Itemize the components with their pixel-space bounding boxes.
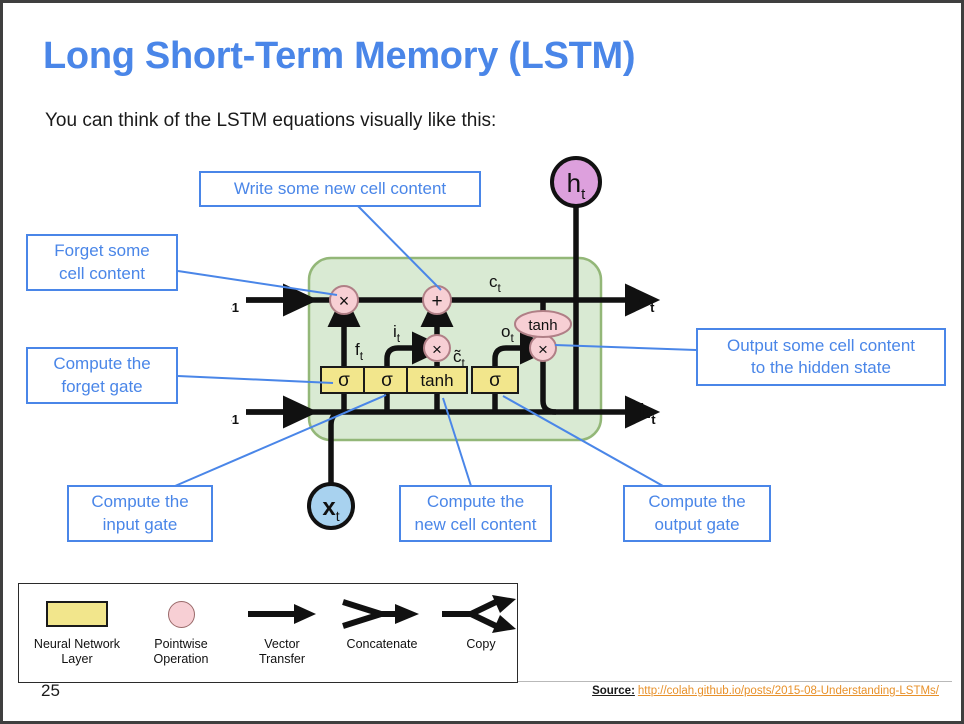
copy-icon xyxy=(431,592,531,636)
callout-text: Output some cell content to the hidden s… xyxy=(726,335,916,377)
gate-forget: σ xyxy=(320,366,368,394)
page-number: 25 xyxy=(41,681,60,700)
add-symbol: + xyxy=(431,291,442,312)
neural-network-layer-icon xyxy=(27,592,127,636)
callout-text: Forget some cell content xyxy=(54,241,150,283)
pointwise-add: + xyxy=(422,285,452,315)
legend-label-line1: Pointwise xyxy=(154,637,208,651)
legend-label-line2: Layer xyxy=(61,652,93,666)
callout-text: Compute the input gate xyxy=(91,492,189,534)
gate-input: σ xyxy=(363,366,411,394)
input-node-label: x xyxy=(322,494,336,521)
source-label: Source: xyxy=(592,685,635,697)
gate-output: σ xyxy=(471,366,519,394)
hidden-state-node-label: h xyxy=(567,168,581,198)
concatenate-icon xyxy=(332,592,432,636)
callout-compute-input-gate: Compute the input gate xyxy=(67,485,213,542)
gate-new-cell-content: tanh xyxy=(406,366,468,394)
input-multiply-symbol: × xyxy=(432,340,442,359)
callout-write-new-cell-content: Write some new cell content xyxy=(199,171,481,207)
legend-label-line1: Copy xyxy=(466,637,496,651)
legend: Neural Network Layer Pointwise Operation xyxy=(18,583,518,683)
input-node: xt xyxy=(307,482,355,530)
legend-item-concatenate: Concatenate xyxy=(332,592,432,676)
output-tanh-symbol: tanh xyxy=(528,317,557,334)
callout-output-some-cell-content: Output some cell content to the hidden s… xyxy=(696,328,946,386)
callout-compute-output-gate: Compute the output gate xyxy=(623,485,771,542)
legend-label-line1: Concatenate xyxy=(346,637,418,651)
pointwise-forget-multiply: × xyxy=(329,285,359,315)
pointwise-input-multiply: × xyxy=(423,334,451,362)
legend-item-vector-transfer: Vector Transfer xyxy=(232,592,332,676)
callout-compute-new-cell-content: Compute the new cell content xyxy=(399,485,552,542)
callout-text: Write some new cell content xyxy=(233,178,447,198)
gate-new-cell-content-symbol: tanh xyxy=(420,371,453,390)
label-c-prev: ct-1 xyxy=(231,289,239,315)
label-c-out: ct xyxy=(639,289,655,315)
legend-label-line1: Neural Network xyxy=(33,637,121,651)
page-subtitle: You can think of the LSTM equations visu… xyxy=(45,110,497,131)
legend-label-line2: Transfer xyxy=(258,652,306,666)
legend-label-line1: Vector xyxy=(264,637,300,651)
legend-item-copy: Copy xyxy=(431,592,531,676)
source-url-link[interactable]: http://colah.github.io/posts/2015-08-Und… xyxy=(638,685,939,697)
slide: Long Short-Term Memory (LSTM) You can th… xyxy=(0,0,964,724)
vector-transfer-icon xyxy=(232,592,332,636)
callout-compute-forget-gate: Compute the forget gate xyxy=(26,347,178,404)
pointwise-operation-icon xyxy=(131,592,231,636)
gate-output-symbol: σ xyxy=(489,370,501,391)
callout-forget-some-cell-content: Forget some cell content xyxy=(26,234,178,291)
gate-input-symbol: σ xyxy=(381,370,393,391)
label-h-prev: ht-1 xyxy=(231,401,239,427)
forget-multiply-symbol: × xyxy=(339,291,350,311)
callout-text: Compute the output gate xyxy=(648,492,746,534)
gate-forget-symbol: σ xyxy=(338,370,350,391)
pointwise-output-tanh: tanh xyxy=(514,310,572,338)
legend-label-line2: Operation xyxy=(153,652,209,666)
callout-text: Compute the new cell content xyxy=(414,492,537,534)
pointwise-output-multiply: × xyxy=(529,334,557,362)
legend-item-pointwise-operation: Pointwise Operation xyxy=(131,592,231,676)
input-node-sub: t xyxy=(336,508,340,524)
callout-text: Compute the forget gate xyxy=(53,354,151,396)
label-h-out: ht xyxy=(639,401,656,427)
hidden-state-node: ht xyxy=(550,156,602,208)
page-title: Long Short-Term Memory (LSTM) xyxy=(43,35,636,77)
legend-item-neural-network-layer: Neural Network Layer xyxy=(27,592,127,676)
output-multiply-symbol: × xyxy=(538,340,548,359)
source-attribution: Source: http://colah.github.io/posts/2015… xyxy=(592,685,939,697)
